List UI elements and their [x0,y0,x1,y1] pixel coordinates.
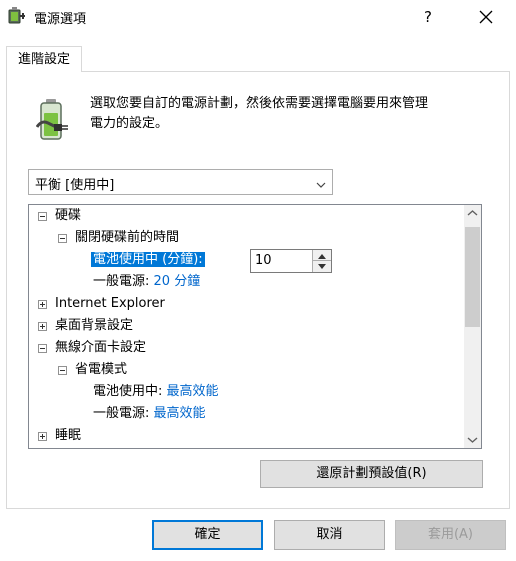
stepper-up-button[interactable] [313,250,331,261]
scrollbar-thumb[interactable] [465,227,480,327]
close-button[interactable] [466,2,506,32]
on-battery-label: 電池使用中 (分鐘): [91,252,205,267]
stepper-down-button[interactable] [313,261,331,272]
vertical-scrollbar[interactable] [464,205,481,448]
tree-item-wireless-adapter[interactable]: 無線介面卡設定 [55,337,146,359]
expand-toggle-ie[interactable] [38,300,47,309]
expand-toggle-sleep[interactable] [38,432,47,441]
wireless-on-battery-label: 電池使用中: [93,384,163,399]
collapse-toggle-turn-off-disk[interactable] [58,234,67,243]
wireless-on-battery-value-link[interactable]: 最高效能 [167,384,219,399]
chevron-up-icon [467,210,478,216]
plugged-in-value-link[interactable]: 20 分鐘 [154,274,201,289]
help-button[interactable]: ? [410,2,446,32]
tree-item-turn-off-disk[interactable]: 關閉硬碟前的時間 [75,227,179,249]
description-text: 選取您要自訂的電源計劃，然後依需要選擇電腦要用來管理 電力的設定。 [90,96,429,131]
tab-advanced-settings[interactable]: 進階設定 [6,46,82,72]
collapse-toggle-hard-disk[interactable] [38,212,47,221]
scroll-down-button[interactable] [464,431,481,448]
scroll-up-button[interactable] [464,205,481,222]
on-battery-minutes-input[interactable]: 10 [255,252,272,270]
wireless-on-battery-setting[interactable]: 電池使用中: 最高效能 [93,381,219,403]
expand-toggle-desktop-bg[interactable] [38,322,47,331]
settings-tree[interactable]: 硬碟 關閉硬碟前的時間 電池使用中 (分鐘): 10 一般電源: 20 分鐘 I… [28,204,482,449]
close-icon [479,10,493,24]
plugged-in-label: 一般電源: [93,274,150,289]
tree-item-desktop-background[interactable]: 桌面背景設定 [55,315,133,337]
apply-button[interactable]: 套用(A) [395,520,506,550]
on-battery-minutes-stepper[interactable]: 10 [250,249,332,273]
restore-defaults-button[interactable]: 還原計劃預設值(R) [260,460,483,488]
triangle-up-icon [318,254,326,259]
tree-item-hard-disk[interactable]: 硬碟 [55,205,81,227]
collapse-toggle-wireless[interactable] [38,344,47,353]
power-plan-select[interactable]: 平衡 [使用中] [28,169,333,195]
wireless-plugged-in-label: 一般電源: [93,406,150,421]
plugged-in-setting[interactable]: 一般電源: 20 分鐘 [93,271,200,293]
wireless-plugged-in-value-link[interactable]: 最高效能 [154,406,206,421]
power-plan-value: 平衡 [使用中] [35,178,115,193]
tree-item-sleep[interactable]: 睡眠 [55,425,81,447]
wireless-plugged-in-setting[interactable]: 一般電源: 最高效能 [93,403,206,425]
on-battery-setting[interactable]: 電池使用中 (分鐘): [91,249,205,271]
title-bar: 電源選項 ? [0,0,516,33]
tree-item-power-saving-mode[interactable]: 省電模式 [75,359,127,381]
tree-item-internet-explorer[interactable]: Internet Explorer [55,293,165,315]
triangle-down-icon [318,264,326,269]
ok-button[interactable]: 確定 [152,520,263,550]
battery-plug-icon [35,97,78,143]
cancel-button[interactable]: 取消 [274,520,385,550]
chevron-down-icon [467,437,478,443]
power-options-icon [8,7,28,25]
window-title: 電源選項 [34,12,87,27]
collapse-toggle-power-saving-mode[interactable] [58,366,67,375]
chevron-down-icon [316,178,326,188]
